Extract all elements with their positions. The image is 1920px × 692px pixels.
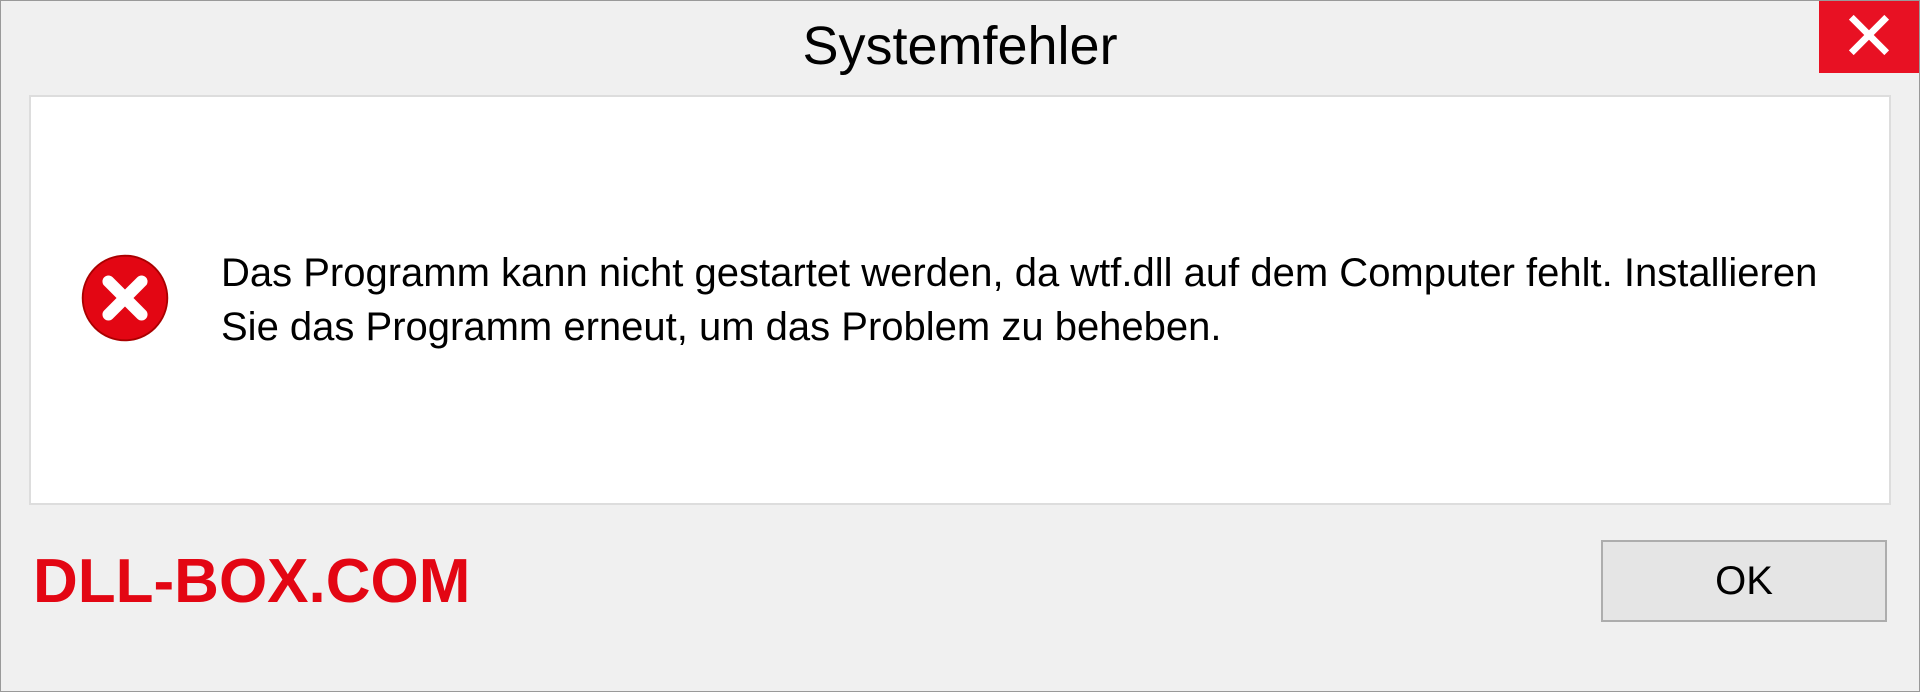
bottom-bar: DLL-BOX.COM OK — [1, 520, 1919, 642]
error-message: Das Programm kann nicht gestartet werden… — [221, 246, 1841, 354]
error-icon — [79, 252, 171, 349]
watermark-text: DLL-BOX.COM — [33, 546, 470, 617]
ok-button[interactable]: OK — [1601, 540, 1887, 622]
titlebar: Systemfehler — [1, 1, 1919, 91]
ok-button-label: OK — [1715, 559, 1773, 604]
system-error-dialog: Systemfehler Das Programm kann nicht ges… — [0, 0, 1920, 692]
dialog-title: Systemfehler — [802, 15, 1117, 77]
close-icon — [1846, 12, 1892, 63]
close-button[interactable] — [1819, 1, 1919, 73]
content-area: Das Programm kann nicht gestartet werden… — [29, 95, 1891, 505]
